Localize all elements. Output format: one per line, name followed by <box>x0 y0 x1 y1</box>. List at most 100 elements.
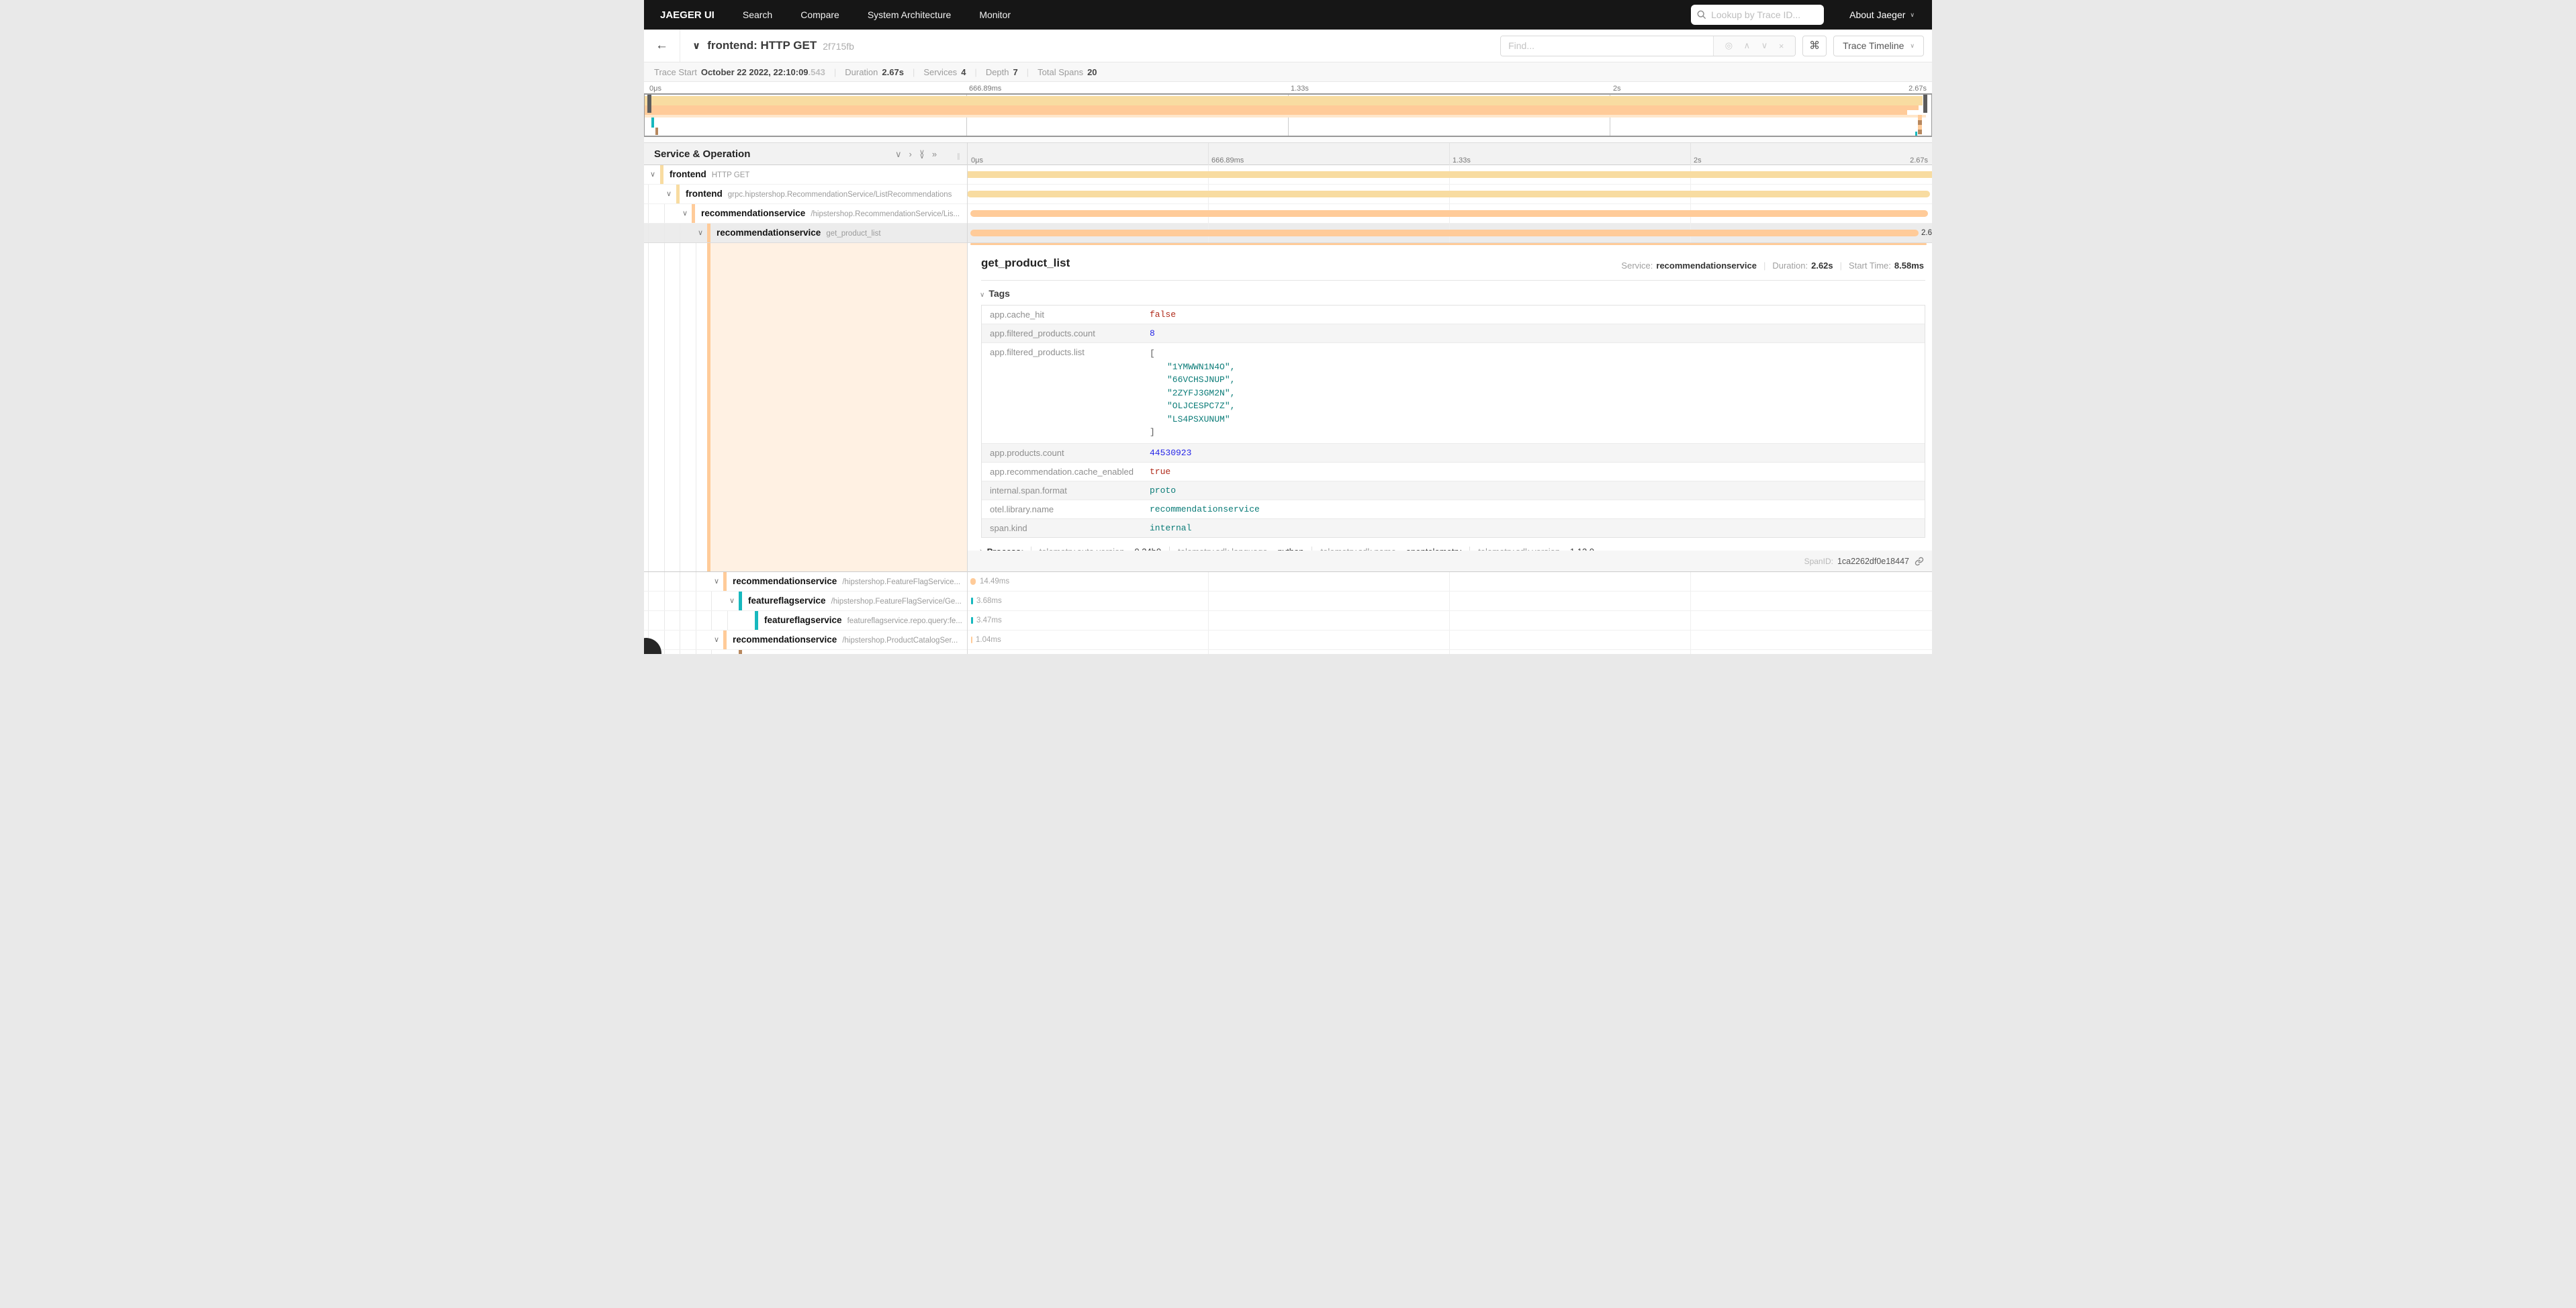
nav-item-monitor[interactable]: Monitor <box>979 9 1011 20</box>
focus-match-icon[interactable]: ◎ <box>1725 40 1733 51</box>
trace-id-lookup-input[interactable] <box>1711 9 1812 20</box>
span-rows: ∨ frontendHTTP GET ∨ frontendgrpc.hipste… <box>644 165 1932 654</box>
minimap-right-drag-handle[interactable] <box>1923 95 1927 113</box>
minimap-canvas[interactable] <box>644 93 1932 137</box>
operation-name: /hipstershop.FeatureFlagService/Ge... <box>831 598 962 606</box>
depth-label: Depth <box>986 67 1009 77</box>
tag-row: span.kind internal <box>982 519 1925 537</box>
keyboard-shortcuts-button[interactable]: ⌘ <box>1802 36 1827 56</box>
service-name: recommendationservice <box>717 228 821 238</box>
trace-view-dropdown[interactable]: Trace Timeline ∨ <box>1833 36 1924 56</box>
list-item: "LS4PSXUNUM" <box>1150 413 1235 426</box>
tag-key: app.cache_hit <box>982 306 1150 324</box>
chevron-down-icon[interactable]: ∨ <box>666 185 672 203</box>
service-name: recommendationservice <box>701 208 805 218</box>
span-name-cell[interactable]: ∨ recommendationservice/hipstershop.Feat… <box>644 572 967 591</box>
span-row-featureflagservice-getflag: ∨ featureflagservice/hipstershop.Feature… <box>644 592 1932 611</box>
trace-start-value: October 22 2022, 22:10:09 <box>701 67 809 77</box>
back-arrow-icon: ← <box>655 38 668 53</box>
expand-all-icon[interactable]: » <box>932 149 937 159</box>
span-name-cell[interactable]: ∨ productcatalogservice <box>644 650 967 654</box>
service-name: recommendationservice <box>733 635 837 645</box>
span-name-cell[interactable]: ∨ frontendgrpc.hipstershop.Recommendatio… <box>644 185 967 203</box>
chevron-down-icon: ∨ <box>1910 11 1915 19</box>
collapse-trace-chevron-icon[interactable]: ∨ <box>692 40 700 52</box>
span-bar[interactable] <box>970 578 976 585</box>
span-detail-meta: Service: recommendationservice | Duratio… <box>1621 261 1924 271</box>
minimap-span-end-5 <box>1915 132 1917 136</box>
span-timeline-cell: 14.49ms <box>967 572 1932 591</box>
span-timeline-cell: 2.62s <box>967 224 1932 242</box>
ruler-tick-line <box>1449 143 1450 165</box>
minimap-tick-2: 1.33s <box>1291 85 1309 93</box>
find-input[interactable] <box>1501 36 1713 56</box>
nav-item-compare[interactable]: Compare <box>800 9 839 20</box>
services-value: 4 <box>961 67 966 77</box>
span-bar[interactable] <box>967 171 1932 178</box>
chevron-down-icon[interactable]: ∨ <box>729 650 735 654</box>
back-button[interactable]: ← <box>644 30 680 62</box>
tag-row: app.products.count 44530923 <box>982 444 1925 463</box>
collapse-one-icon[interactable]: ∨ <box>895 149 902 160</box>
minimap-left-drag-handle[interactable] <box>647 95 651 113</box>
span-timeline-cell: 1.04ms <box>967 630 1932 649</box>
clear-find-icon[interactable]: × <box>1779 41 1784 51</box>
expand-one-icon[interactable]: › <box>909 149 912 159</box>
tag-row: app.cache_hit false <box>982 306 1925 324</box>
tree-controls: ∨ › ∨∨ » <box>895 143 937 165</box>
tags-section-toggle[interactable]: ∨Tags <box>980 288 1932 299</box>
chevron-down-icon[interactable]: ∨ <box>714 630 719 649</box>
span-bar[interactable] <box>970 230 1919 236</box>
span-row-featureflagservice-repo-query: featureflagservicefeatureflagservice.rep… <box>644 611 1932 630</box>
span-name-cell[interactable]: ∨ featureflagservice/hipstershop.Feature… <box>644 592 967 610</box>
span-timeline-cell <box>967 185 1932 203</box>
ruler-tick-4: 2.67s <box>1910 156 1928 165</box>
span-bar[interactable] <box>967 191 1930 197</box>
minimap-ruler: 0μs 666.89ms 1.33s 2s 2.67s <box>644 82 1932 93</box>
app-logo[interactable]: JAEGER UI <box>660 9 715 21</box>
next-match-icon[interactable]: ∨ <box>1761 40 1768 51</box>
ruler-tick-2: 1.33s <box>1453 156 1471 165</box>
minimap-span-end-4 <box>1918 130 1922 134</box>
operation-name: grpc.hipstershop.RecommendationService/L… <box>728 191 952 199</box>
nav-item-search[interactable]: Search <box>743 9 772 20</box>
nav-item-system-architecture[interactable]: System Architecture <box>868 9 952 20</box>
chevron-down-icon[interactable]: ∨ <box>714 572 719 591</box>
service-color-bar <box>723 630 727 649</box>
chevron-down-icon: ∨ <box>1910 42 1915 50</box>
span-bar[interactable] <box>971 598 973 604</box>
span-name-cell[interactable]: ∨ recommendationservice/hipstershop.Prod… <box>644 630 967 649</box>
span-name-cell[interactable]: ∨ recommendationservice/hipstershop.Reco… <box>644 204 967 223</box>
trace-id-lookup[interactable] <box>1691 5 1824 25</box>
span-duration-label: 3.68ms <box>976 592 1002 610</box>
duration-label: Duration <box>845 67 878 77</box>
service-color-bar <box>692 204 695 223</box>
minimap-tick-4: 2.67s <box>1908 85 1927 93</box>
command-icon: ⌘ <box>1809 39 1820 52</box>
chevron-down-icon[interactable]: ∨ <box>698 224 703 242</box>
chevron-down-icon[interactable]: ∨ <box>729 592 735 610</box>
chevron-down-icon[interactable]: ∨ <box>682 204 688 223</box>
chevron-down-icon[interactable]: ∨ <box>650 165 655 184</box>
prev-match-icon[interactable]: ∧ <box>1744 40 1751 51</box>
column-divider[interactable] <box>967 142 968 654</box>
span-bar[interactable] <box>970 210 1928 217</box>
span-detail-row: get_product_list Service: recommendation… <box>644 243 1932 572</box>
tag-value: 44530923 <box>1150 444 1191 462</box>
span-bar[interactable] <box>971 637 972 643</box>
service-value: recommendationservice <box>1656 261 1757 271</box>
copy-link-icon[interactable] <box>1915 557 1924 566</box>
span-name-cell[interactable]: ∨ frontendHTTP GET <box>644 165 967 184</box>
tag-row: app.filtered_products.list [ "1YMWWN1N4O… <box>982 343 1925 444</box>
column-resize-handle[interactable]: ∥ <box>957 153 961 160</box>
service-color-bar <box>755 611 758 630</box>
about-jaeger-menu[interactable]: About Jaeger ∨ <box>1849 9 1915 20</box>
search-icon <box>1697 10 1706 19</box>
timeline-columns-header: Service & Operation ∨ › ∨∨ » ∥ 0μs 666.8… <box>644 142 1932 165</box>
span-name-cell[interactable]: ∨ recommendationserviceget_product_list <box>644 224 967 242</box>
span-name-cell[interactable]: featureflagservicefeatureflagservice.rep… <box>644 611 967 630</box>
trace-title: frontend: HTTP GET <box>707 39 817 52</box>
span-bar[interactable] <box>971 617 973 624</box>
tag-key: otel.library.name <box>982 500 1150 518</box>
collapse-all-icon[interactable]: ∨∨ <box>919 150 925 158</box>
